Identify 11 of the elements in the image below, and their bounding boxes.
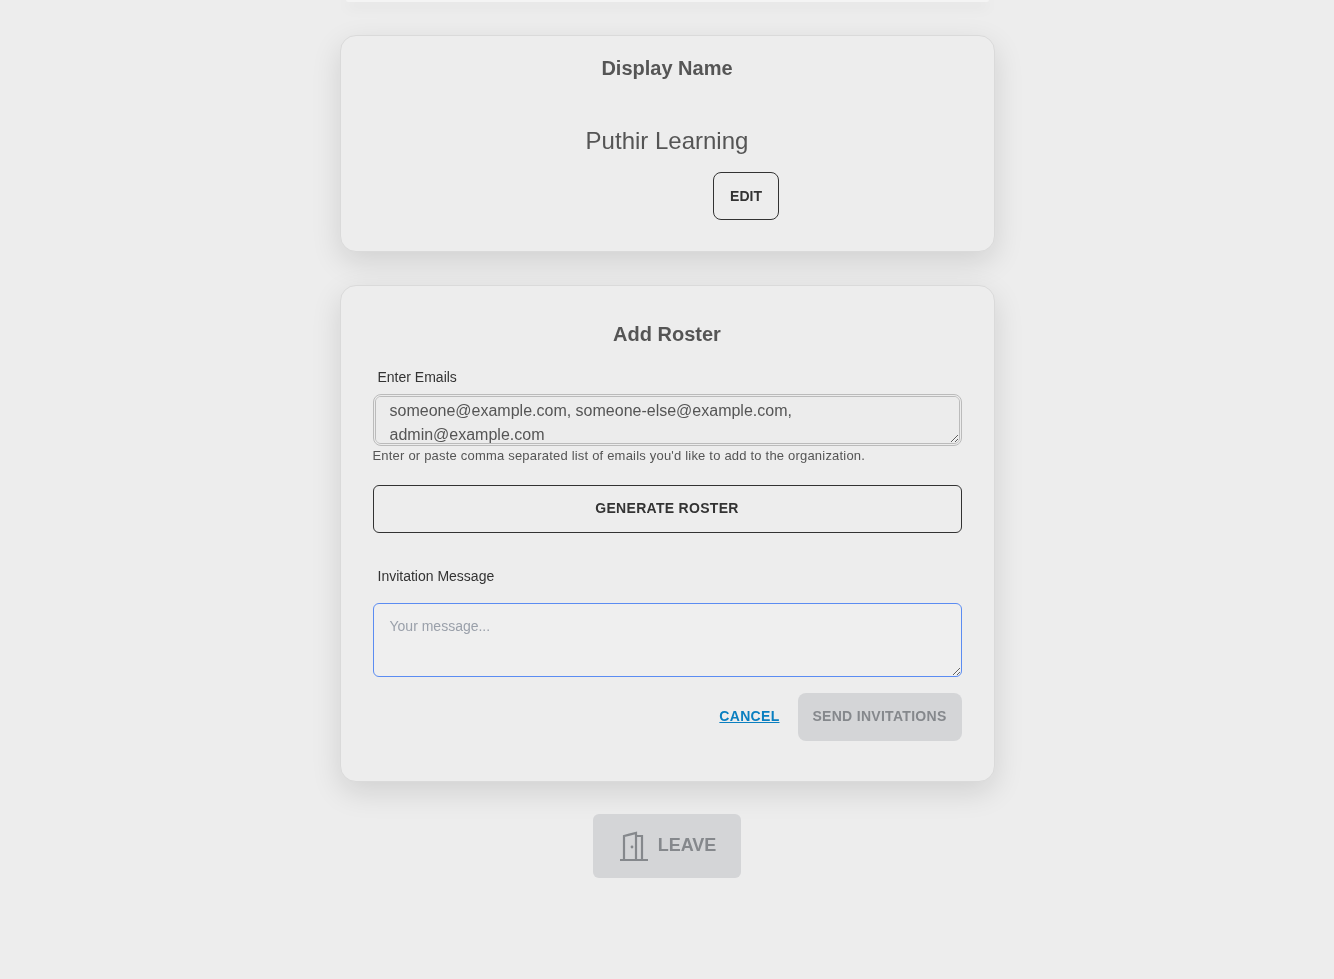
- card-title: Add Roster: [612, 322, 722, 347]
- edit-button[interactable]: EDIT: [713, 172, 779, 220]
- field-label: Enter Emails: [377, 368, 458, 387]
- card-title: Display Name: [601, 56, 733, 81]
- cancel-link[interactable]: CANCEL: [719, 706, 780, 727]
- generate-roster-button[interactable]: GENERATE ROSTER: [372, 484, 962, 533]
- message-input-field[interactable]: Your message...: [372, 602, 962, 677]
- field-label: Invitation Message: [377, 566, 496, 586]
- door-icon: [617, 829, 650, 862]
- display-name: Puthir Learning: [585, 126, 749, 156]
- help-text: Enter or paste comma separated list of emails you'd like to add to the organization.: [372, 447, 867, 465]
